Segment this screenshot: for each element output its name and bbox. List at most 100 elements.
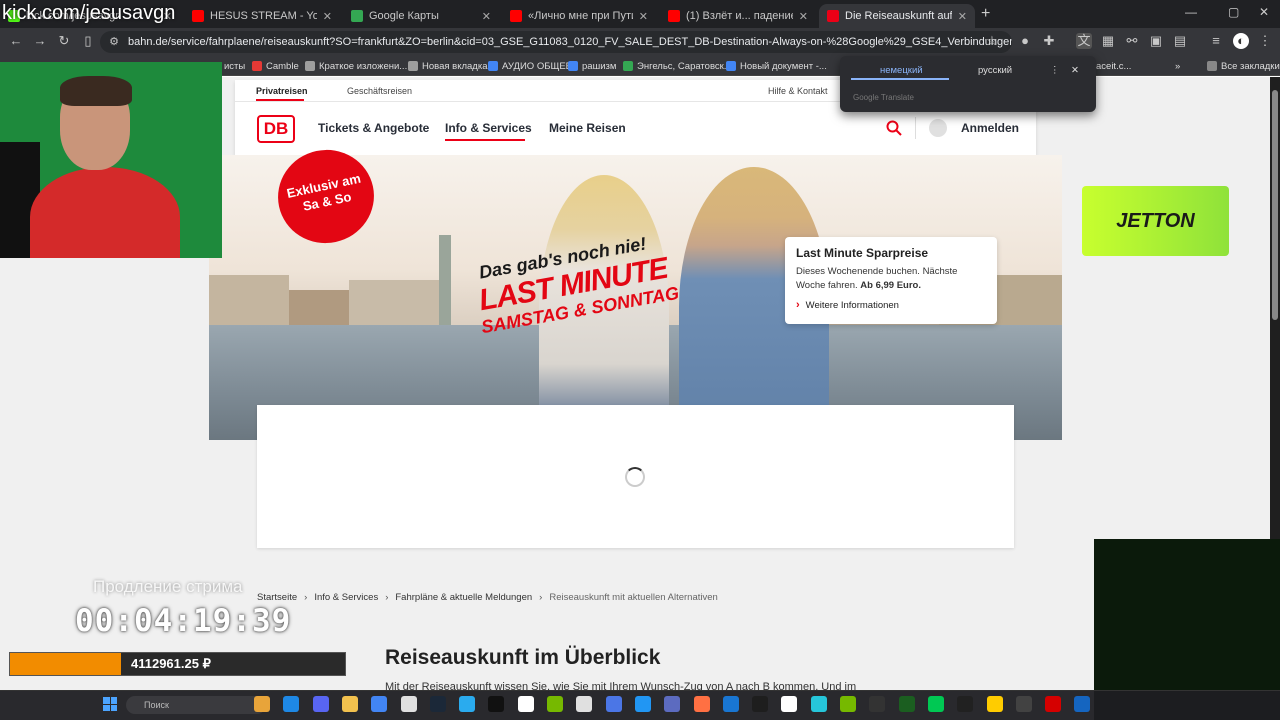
nav-meine-reisen[interactable]: Meine Reisen bbox=[549, 121, 626, 135]
extensions-puzzle-icon[interactable]: ✚ bbox=[1041, 33, 1057, 49]
taskbar-app-icon[interactable] bbox=[400, 696, 417, 712]
subnav-hilfe-kontakt[interactable]: Hilfe & Kontakt bbox=[768, 86, 828, 96]
reload-icon[interactable]: ↻ bbox=[56, 33, 72, 49]
tab-favicon-icon bbox=[351, 10, 363, 22]
taskbar-app-icon[interactable] bbox=[869, 696, 886, 712]
all-bookmarks[interactable]: Все закладки bbox=[1207, 58, 1280, 74]
taskbar-app-icon[interactable] bbox=[517, 696, 534, 712]
scrollbar-thumb[interactable] bbox=[1272, 90, 1278, 320]
browser-tab[interactable]: HESUS STREAM - YouTube ✕ bbox=[184, 4, 340, 28]
reading-list-icon[interactable]: ▤ bbox=[1172, 33, 1188, 49]
bookmark-item[interactable]: АУДИО ОБЩЕЕ bbox=[488, 58, 572, 74]
translate-source-tab[interactable]: немецкий bbox=[880, 65, 923, 76]
browser-tab[interactable]: (1) Взлёт и... падение Евгения ✕ bbox=[660, 4, 816, 28]
translate-icon[interactable]: 文 bbox=[1076, 33, 1092, 49]
taskbar-app-icon[interactable] bbox=[840, 696, 856, 712]
chrome-menu-icon[interactable]: ⋮ bbox=[1257, 33, 1273, 49]
tab-favicon-icon bbox=[668, 10, 680, 22]
translate-close-icon[interactable]: ✕ bbox=[1071, 65, 1079, 76]
browser-tab[interactable]: «Лично мне при Путине живё ✕ bbox=[502, 4, 656, 28]
forward-icon[interactable]: → bbox=[32, 33, 48, 49]
close-tab-icon[interactable]: ✕ bbox=[323, 10, 332, 23]
nav-info-services[interactable]: Info & Services bbox=[445, 121, 532, 135]
taskbar-app-icon[interactable] bbox=[429, 696, 446, 712]
apps-icon[interactable]: ▦ bbox=[1100, 33, 1116, 49]
taskbar-app-icon[interactable] bbox=[634, 696, 651, 712]
bookmark-item[interactable]: Новый документ -... bbox=[726, 58, 827, 74]
bookmark-item[interactable]: рашизм bbox=[568, 58, 616, 74]
taskbar-app-icon[interactable] bbox=[722, 696, 739, 712]
taskbar-app-icon[interactable] bbox=[371, 696, 388, 712]
more-info-link[interactable]: › Weitere Informationen bbox=[796, 299, 986, 311]
breadcrumb-fahrplaene[interactable]: Fahrpläne & aktuelle Meldungen bbox=[395, 592, 532, 603]
bookmark-item[interactable]: Новая вкладка bbox=[408, 58, 487, 74]
site-info-icon[interactable]: ⚙ bbox=[106, 34, 122, 50]
timer-label: Продление стрима bbox=[93, 577, 243, 596]
link-icon[interactable]: ⚯ bbox=[1124, 33, 1140, 49]
screenshot-icon[interactable]: ▣ bbox=[1148, 33, 1164, 49]
loading-spinner-icon bbox=[625, 467, 645, 487]
taskbar-app-icon[interactable] bbox=[693, 696, 710, 712]
maximize-button[interactable]: ▢ bbox=[1228, 5, 1239, 19]
taskbar-app-icon[interactable] bbox=[576, 696, 593, 712]
close-tab-icon[interactable]: ✕ bbox=[482, 10, 491, 23]
breadcrumb-startseite[interactable]: Startseite bbox=[257, 592, 297, 603]
taskbar-search[interactable]: Поиск bbox=[126, 696, 266, 714]
search-icon[interactable] bbox=[885, 119, 903, 137]
close-tab-icon[interactable]: ✕ bbox=[639, 10, 648, 23]
media-icon[interactable]: ≡ bbox=[1208, 33, 1224, 49]
taskbar-app-icon[interactable] bbox=[1074, 696, 1091, 712]
breadcrumb-info-services[interactable]: Info & Services bbox=[314, 592, 378, 603]
new-tab-button[interactable]: + bbox=[981, 5, 990, 23]
bookmarks-overflow-icon[interactable]: » bbox=[1175, 58, 1180, 74]
taskbar-app-icon[interactable] bbox=[1045, 696, 1062, 712]
close-window-button[interactable]: ✕ bbox=[1259, 5, 1269, 19]
bookmark-item[interactable]: Camble bbox=[252, 58, 299, 74]
bookmark-item[interactable]: Энгельс, Саратовск... bbox=[623, 58, 732, 74]
login-link[interactable]: Anmelden bbox=[961, 121, 1019, 135]
user-avatar-icon[interactable] bbox=[929, 119, 947, 137]
db-logo[interactable]: DB bbox=[257, 115, 295, 143]
bookmark-fragment-left[interactable]: исты bbox=[224, 58, 245, 74]
windows-start-icon[interactable] bbox=[103, 697, 117, 711]
taskbar-app-icon[interactable] bbox=[488, 696, 505, 712]
taskbar-app-icon[interactable] bbox=[898, 696, 915, 712]
taskbar-app-icon[interactable] bbox=[605, 696, 622, 712]
profile-avatar-icon[interactable]: ◐ bbox=[1233, 33, 1249, 49]
bookmark-star-icon[interactable]: ☆ bbox=[984, 33, 1000, 49]
bookmark-item[interactable]: Краткое изложени... bbox=[305, 58, 407, 74]
taskbar-app-icon[interactable] bbox=[341, 696, 358, 712]
taskbar-app-icon[interactable] bbox=[459, 696, 476, 712]
taskbar-app-icon[interactable] bbox=[664, 696, 681, 712]
last-minute-card: Last Minute Sparpreise Dieses Wochenende… bbox=[785, 237, 997, 324]
taskbar-app-icon[interactable] bbox=[254, 696, 270, 712]
taskbar-app-icon[interactable] bbox=[547, 696, 563, 712]
taskbar-app-icon[interactable] bbox=[1015, 696, 1032, 712]
bookmark-fragment-right[interactable]: aceit.c... bbox=[1096, 58, 1131, 74]
breadcrumb-current: Reiseauskunft mit aktuellen Alternativen bbox=[549, 592, 718, 603]
close-tab-icon[interactable]: ✕ bbox=[958, 10, 967, 23]
taskbar-app-icon[interactable] bbox=[283, 696, 300, 712]
address-bar[interactable]: bahn.de/service/fahrplaene/reiseauskunft… bbox=[100, 31, 1012, 53]
subnav-geschaeftsreisen[interactable]: Geschäftsreisen bbox=[347, 86, 412, 96]
close-tab-icon[interactable]: ✕ bbox=[799, 10, 808, 23]
taskbar-app-icon[interactable] bbox=[810, 696, 827, 712]
side-panel-icon[interactable]: ▯ bbox=[80, 33, 96, 49]
browser-tab[interactable]: Google Карты ✕ bbox=[343, 4, 499, 28]
back-icon[interactable]: ← bbox=[8, 33, 24, 49]
taskbar-app-icon[interactable] bbox=[312, 696, 329, 712]
taskbar-app-icon[interactable] bbox=[781, 696, 798, 712]
taskbar-app-icon[interactable] bbox=[927, 696, 944, 712]
browser-tab[interactable]: Die Reiseauskunft auf bahn.de ✕ bbox=[819, 4, 975, 28]
nav-tickets-angebote[interactable]: Tickets & Angebote bbox=[318, 121, 429, 135]
translate-menu-icon[interactable]: ⋮ bbox=[1050, 65, 1060, 76]
taskbar-app-icon[interactable] bbox=[986, 696, 1003, 712]
minimize-button[interactable]: — bbox=[1185, 5, 1197, 19]
bookmark-label: aceit.c... bbox=[1096, 60, 1132, 72]
taskbar-app-icon[interactable] bbox=[957, 696, 974, 712]
taskbar-app-icon[interactable] bbox=[752, 696, 769, 712]
subnav-privatreisen[interactable]: Privatreisen bbox=[256, 86, 308, 96]
active-subnav-indicator bbox=[256, 99, 304, 101]
translate-target-tab[interactable]: русский bbox=[978, 65, 1012, 76]
extension-icon[interactable]: ● bbox=[1017, 33, 1033, 49]
